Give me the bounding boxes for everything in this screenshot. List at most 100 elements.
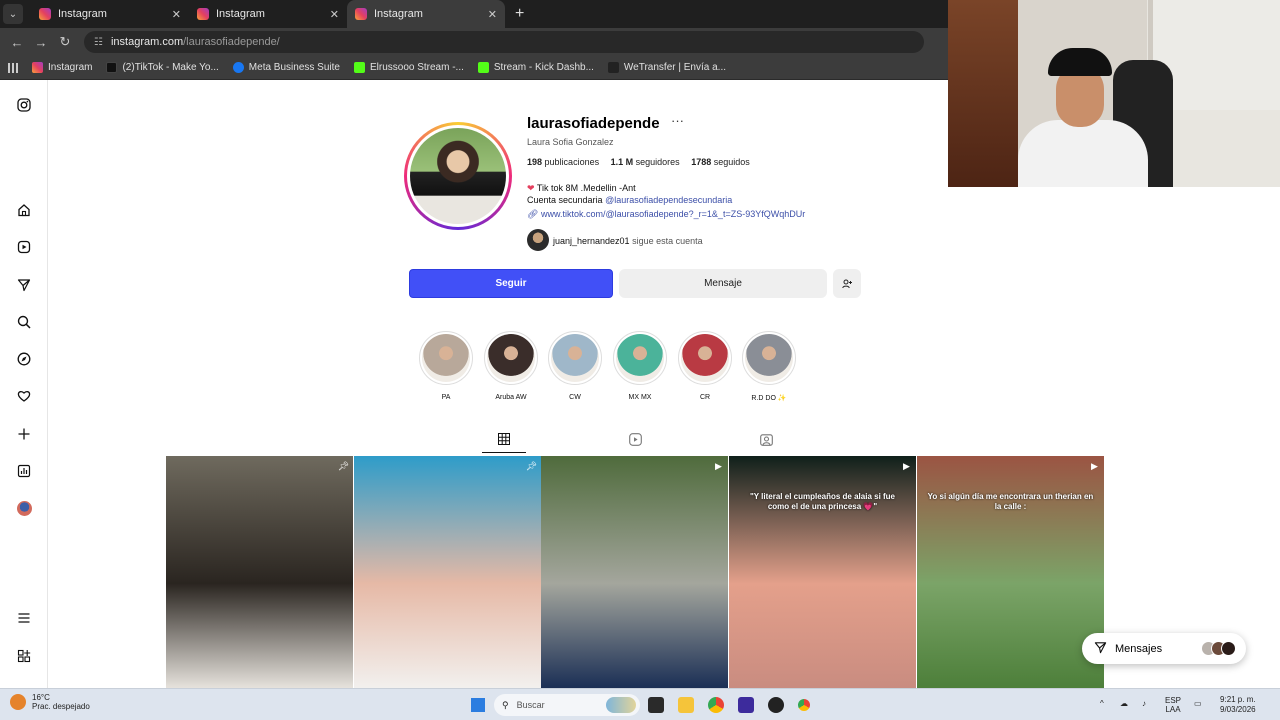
bio-url-link[interactable]: 🔗︎ www.tiktok.com/@laurasofiadepende?_r=… [527,209,805,220]
windows-start-icon[interactable] [471,698,485,712]
profile-avatar[interactable] [404,122,512,230]
message-button[interactable]: Mensaje [619,269,827,298]
highlight-label: Aruba AW [495,394,527,401]
bookmark-kick-2[interactable]: Stream - Kick Dashb... [477,62,594,73]
send-icon[interactable] [16,277,32,293]
site-info-icon[interactable]: ☷ [94,37,103,48]
lang-bottom: LAA [1165,705,1181,714]
capcut-app-icon[interactable] [738,697,754,713]
search-icon[interactable] [16,314,32,330]
terminal-app-icon[interactable] [648,697,664,713]
post-thumbnail[interactable]: 📌︎ [354,456,541,688]
more-options-icon[interactable]: ··· [671,113,684,128]
post-thumbnail[interactable]: ▶ [541,456,728,688]
followed-by[interactable]: juanj_hernandez01 sigue esta cuenta [553,236,703,246]
profile-avatar-icon[interactable] [16,500,32,516]
reel-icon: ▶ [715,461,722,471]
chrome-app-icon[interactable] [708,697,724,713]
bookmark-label: Meta Business Suite [248,62,340,73]
browser-tab-3[interactable]: Instagram ✕ [347,0,505,28]
reload-icon[interactable]: ↻ [54,34,76,50]
highlight-cover [678,331,732,385]
address-toolbar: ← → ↻ ☷ instagram.com/laurasofiadepende/ [0,28,948,56]
bookmark-label: Stream - Kick Dashb... [493,62,594,73]
create-icon[interactable] [16,426,32,442]
instagram-favicon-icon [39,8,51,20]
followers-stat[interactable]: 1.1 M seguidores [611,157,680,167]
bookmarks-bar: Instagram (2)TikTok - Make Yo... Meta Bu… [0,56,948,80]
tab-reels[interactable] [628,432,642,446]
highlight-item[interactable]: Aruba AW [484,331,538,401]
close-tab-icon[interactable]: ✕ [488,8,497,21]
close-tab-icon[interactable]: ✕ [330,8,339,21]
tagged-icon [759,433,773,446]
highlight-item[interactable]: PA [419,331,473,401]
dashboard-icon[interactable] [16,463,32,479]
weather-temp: 16°C [32,693,50,702]
new-tab-icon[interactable]: + [515,5,524,23]
highlight-item[interactable]: CR [678,331,732,401]
file-explorer-icon[interactable] [678,697,694,713]
tab-title: Instagram [374,8,423,20]
language-indicator[interactable]: ESP LAA [1165,696,1181,714]
clock[interactable]: 9:21 p. m. 9/03/2026 [1220,695,1256,715]
close-tab-icon[interactable]: ✕ [172,8,181,21]
bookmark-instagram[interactable]: Instagram [32,62,92,73]
send-icon [1094,641,1107,657]
chrome-active-app-icon[interactable] [796,697,812,713]
menu-icon[interactable] [16,610,32,626]
reels-icon[interactable] [16,239,32,255]
highlight-label: CW [569,394,581,401]
following-stat[interactable]: 1788 seguidos [691,157,750,167]
browser-tab-1[interactable]: Instagram ✕ [31,0,189,28]
apps-grid-icon[interactable] [8,62,18,73]
explore-icon[interactable] [16,351,32,367]
bookmark-wetransfer[interactable]: WeTransfer | Envía a... [607,62,726,73]
wifi-icon[interactable]: ▭ [1194,699,1202,708]
follow-button[interactable]: Seguir [409,269,613,298]
back-icon[interactable]: ← [6,35,28,50]
network-icon[interactable]: ☁ [1120,699,1128,708]
bio-line: Cuenta secundaria [527,195,603,205]
obs-app-icon[interactable] [768,697,784,713]
heart-icon[interactable] [16,388,32,404]
post-caption-overlay: "Y literal el cumpleaños de alaia si fue… [749,492,896,511]
heart-emoji-icon: ❤ [527,183,535,193]
apps-icon[interactable] [16,648,32,664]
following-count: 1788 [691,157,712,167]
weather-widget[interactable]: 16°C Prac. despejado [10,693,90,711]
highlight-item[interactable]: R.D DO ✨ [742,331,796,402]
mic-icon[interactable]: ♪ [1142,699,1146,708]
bio-mention-link[interactable]: @laurasofiadependesecundaria [605,195,732,205]
pin-icon: 📌︎ [337,461,350,471]
instagram-logo-icon[interactable] [16,97,32,113]
tab-tagged[interactable] [759,432,773,446]
bookmark-kick-1[interactable]: Elrussooo Stream -... [353,62,464,73]
post-thumbnail[interactable]: 📌︎ [166,456,353,688]
forward-icon[interactable]: → [30,35,52,50]
messages-button[interactable]: Mensajes [1082,633,1246,664]
tray-chevron-icon[interactable]: ^ [1100,699,1104,708]
url-bar[interactable]: ☷ instagram.com/laurasofiadepende/ [84,31,924,53]
mutual-follower-avatar[interactable] [527,229,549,251]
bookmark-meta[interactable]: Meta Business Suite [232,62,340,73]
message-avatar [1221,641,1236,656]
suggested-accounts-button[interactable] [833,269,861,298]
post-thumbnail[interactable]: ▶ Yo si algún día me encontrara un theria… [917,456,1104,688]
grid-icon [498,433,510,445]
highlight-cover [742,331,796,385]
tab-posts[interactable] [497,432,511,446]
reel-icon: ▶ [1091,461,1098,471]
home-icon[interactable] [16,202,32,218]
kick-icon [477,62,489,73]
tab-title: Instagram [216,8,265,20]
clock-time: 9:21 p. m. [1220,695,1256,704]
post-thumbnail[interactable]: ▶ "Y literal el cumpleaños de alaia si fu… [729,456,916,688]
kick-icon [353,62,365,73]
highlight-image [681,334,729,382]
bookmark-tiktok[interactable]: (2)TikTok - Make Yo... [106,62,219,73]
browser-tab-2[interactable]: Instagram ✕ [189,0,347,28]
highlight-item[interactable]: CW [548,331,602,401]
highlight-item[interactable]: MX MX [613,331,667,401]
tab-search-icon[interactable]: ⌄ [3,4,23,24]
